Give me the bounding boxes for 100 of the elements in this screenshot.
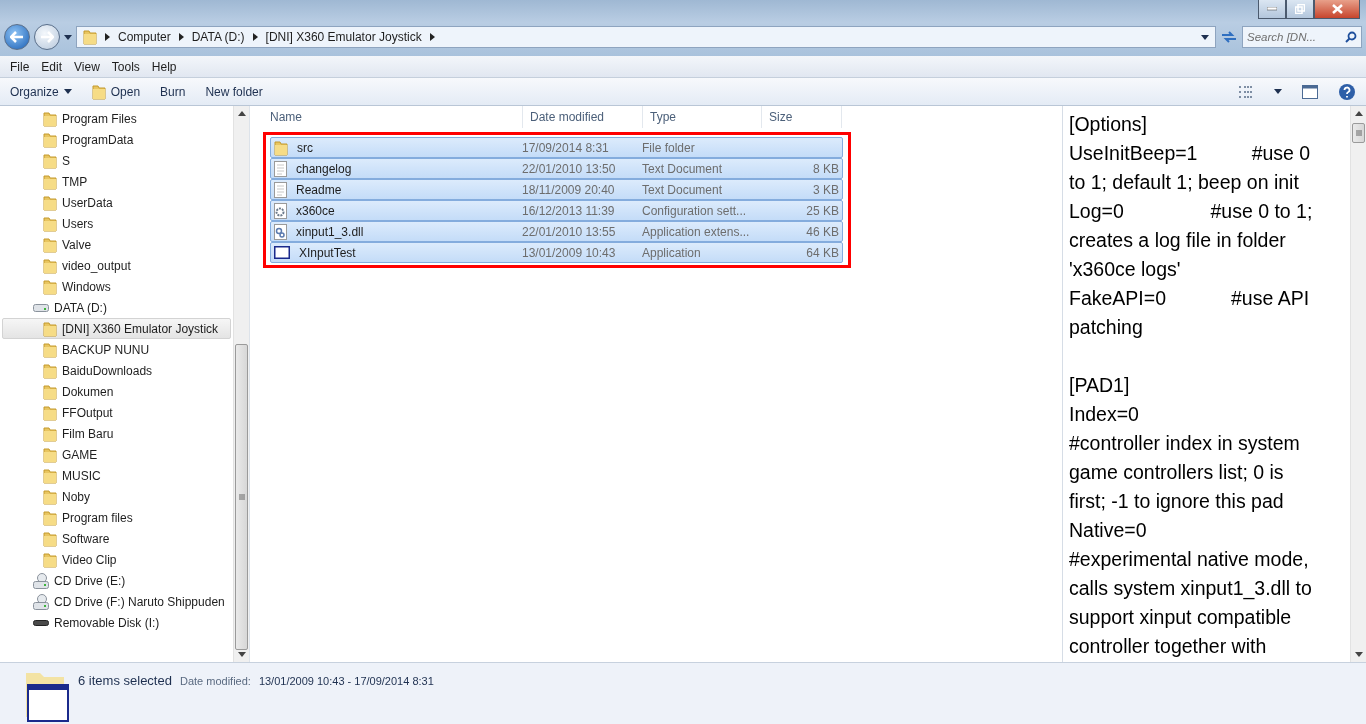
nav-item[interactable]: CD Drive (F:) Naruto Shippuden (2, 591, 231, 612)
file-row[interactable]: x360ce 16/12/2013 11:39 Configuration sett... 25 KB (270, 200, 843, 221)
nav-item[interactable]: S (2, 150, 231, 171)
nav-item[interactable]: CD Drive (E:) (2, 570, 231, 591)
scroll-up-icon[interactable] (237, 111, 246, 116)
breadcrumb[interactable]: DATA (D:) (191, 30, 245, 44)
text-line: UseInitBeep=1 #use 0 (1069, 141, 1312, 166)
nav-item[interactable]: FFOutput (2, 402, 231, 423)
text-line: game controllers list; 0 is (1069, 460, 1285, 485)
caret-icon (63, 89, 72, 94)
toolbar-button[interactable]: New folder (205, 84, 263, 99)
forward-button[interactable] (34, 24, 60, 50)
date-cell-text: 17/09/2014 8:31 (521, 140, 610, 155)
grip-icon (1355, 130, 1362, 136)
folder-icon (43, 173, 57, 190)
size-cell-text: 25 KB (805, 203, 839, 218)
type-cell-text: Text Document (641, 161, 724, 176)
nav-item[interactable]: Valve (2, 234, 231, 255)
folder-icon (43, 509, 57, 526)
column-header[interactable]: Date modified (523, 106, 643, 128)
text-line: support xinput compatible (1069, 605, 1293, 630)
breadcrumb-arrow-icon (252, 33, 258, 41)
menu-item[interactable]: Help (145, 59, 183, 74)
scroll-down-icon[interactable] (237, 652, 246, 657)
nav-item[interactable]: Software (2, 528, 231, 549)
text-line: creates a log file in folder (1069, 228, 1287, 253)
file-row[interactable]: XInputTest 13/01/2009 10:43 Application 64 KB (270, 242, 843, 263)
column-header[interactable]: Size (762, 106, 842, 128)
search-field[interactable]: Search [DN... (1242, 26, 1362, 48)
folder-icon (43, 215, 57, 232)
nav-item[interactable]: Removable Disk (I:) (2, 612, 231, 633)
size-cell-text: 64 KB (805, 245, 839, 260)
nav-item[interactable]: Video Clip (2, 549, 231, 570)
type-cell-text: Application (641, 245, 702, 260)
nav-item[interactable]: UserData (2, 192, 231, 213)
scrollbar[interactable] (233, 106, 249, 662)
text-line: Log=0 #use 0 to 1; (1069, 199, 1314, 224)
organize-button[interactable]: Organize (10, 84, 72, 99)
folder-icon (43, 131, 57, 148)
scroll-up-icon[interactable] (1354, 111, 1363, 116)
restore-button[interactable] (1286, 0, 1314, 19)
nav-item[interactable]: [DNI] X360 Emulator Joystick (2, 318, 231, 339)
column-header[interactable]: Name (263, 106, 523, 128)
nav-item[interactable]: Windows (2, 276, 231, 297)
nav-item[interactable]: Dokumen (2, 381, 231, 402)
date-cell-text: 16/12/2013 11:39 (521, 203, 616, 218)
text-line: FakeAPI=0 #use API (1069, 286, 1311, 311)
nav-item[interactable]: BACKUP NUNU (2, 339, 231, 360)
text-line: [PAD1] (1069, 373, 1131, 398)
nav-item[interactable]: TMP (2, 171, 231, 192)
caret-icon (1274, 89, 1282, 94)
nav-item[interactable]: Program Files (2, 108, 231, 129)
folder-icon (43, 488, 57, 505)
close-button[interactable] (1314, 0, 1360, 19)
breadcrumb[interactable]: Computer (118, 30, 171, 44)
address-bar[interactable]: Computer DATA (D:) [DNI] X360 Emulator Joystick (76, 26, 1216, 48)
menu-item[interactable]: Edit (35, 59, 69, 74)
size-cell-text: 3 KB (812, 182, 839, 197)
minimize-button[interactable] (1258, 0, 1286, 19)
nav-item[interactable]: Users (2, 213, 231, 234)
search-input[interactable]: Search [DN... (1247, 31, 1343, 43)
back-button[interactable] (4, 24, 30, 50)
nav-item[interactable]: Film Baru (2, 423, 231, 444)
file-row[interactable]: changelog 22/01/2010 13:50 Text Document 8 KB (270, 158, 843, 179)
breadcrumb-arrow-icon (178, 33, 184, 41)
nav-item[interactable]: BaiduDownloads (2, 360, 231, 381)
scrollbar[interactable] (1350, 106, 1366, 662)
toolbar-button[interactable]: Burn (160, 84, 186, 99)
scroll-down-icon[interactable] (1354, 652, 1363, 657)
column-header[interactable]: Type (643, 106, 762, 128)
text-line: #experimental native mode, (1069, 547, 1310, 572)
arrow-right-icon (40, 31, 54, 43)
menu-item[interactable]: View (68, 59, 106, 74)
nav-item[interactable]: ProgramData (2, 129, 231, 150)
preview-pane-icon[interactable] (1302, 84, 1318, 99)
view-options-icon[interactable] (1238, 85, 1254, 98)
toolbar-button[interactable]: Open (91, 83, 141, 100)
nav-item[interactable]: GAME (2, 444, 231, 465)
status-label: Date modified: (179, 675, 251, 687)
help-icon[interactable] (1338, 82, 1356, 101)
nav-item[interactable]: DATA (D:) (2, 297, 231, 318)
file-row[interactable]: xinput1_3.dll 22/01/2010 13:55 Application extens... 46 KB (270, 221, 843, 242)
nav-item[interactable]: video_output (2, 255, 231, 276)
menu-item[interactable]: File (4, 59, 36, 74)
breadcrumb-arrow-icon (105, 33, 110, 41)
file-row[interactable]: src 17/09/2014 8:31 File folder (270, 137, 843, 158)
nav-item[interactable]: Program files (2, 507, 231, 528)
minimize-icon (1267, 7, 1277, 11)
nav-item[interactable]: MUSIC (2, 465, 231, 486)
breadcrumb[interactable]: [DNI] X360 Emulator Joystick (265, 30, 422, 44)
folder-icon (43, 530, 57, 547)
window-icon (274, 246, 290, 259)
nav-item[interactable]: Noby (2, 486, 231, 507)
menu-item[interactable]: Tools (105, 59, 146, 74)
file-row[interactable]: Readme 18/11/2009 20:40 Text Document 3 KB (270, 179, 843, 200)
breadcrumb-arrow-icon (429, 33, 435, 41)
folder-icon (43, 341, 57, 358)
refresh-icon[interactable] (1220, 29, 1238, 45)
date-cell-text: 22/01/2010 13:55 (521, 224, 617, 239)
text-line: 'x360ce logs' (1069, 257, 1182, 282)
